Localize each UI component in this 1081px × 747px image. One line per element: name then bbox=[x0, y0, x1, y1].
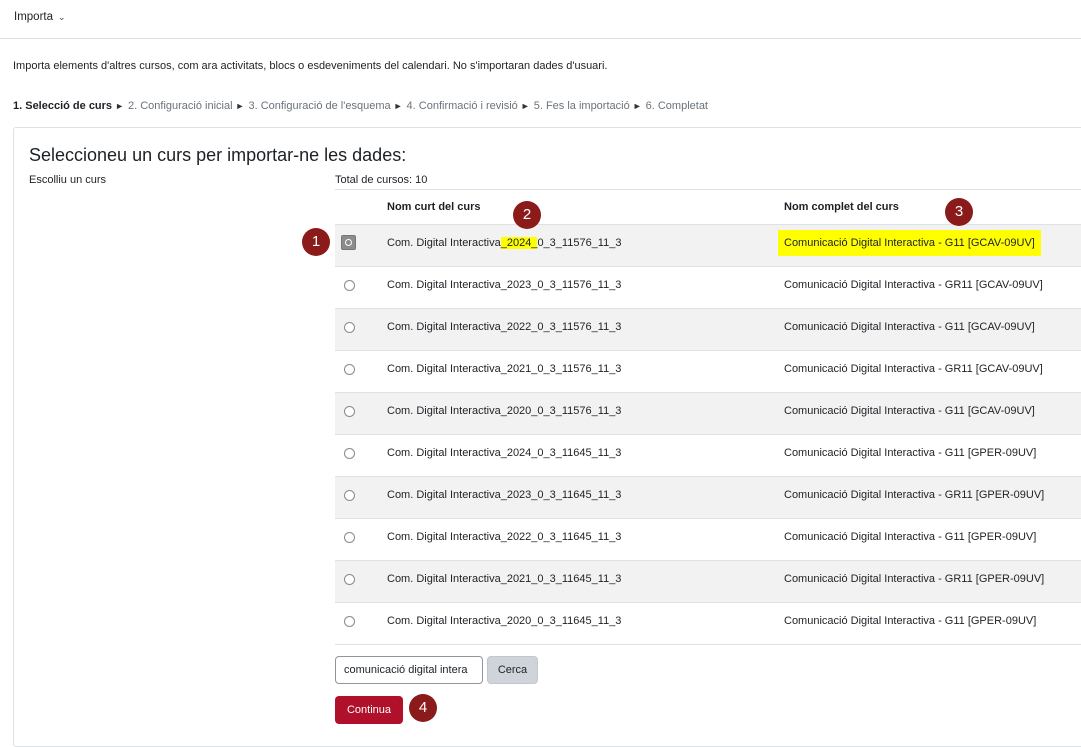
highlighted-full-name: Comunicació Digital Interactiva - G11 [G… bbox=[778, 230, 1041, 256]
short-name-cell: Com. Digital Interactiva_2024_0_3_11645_… bbox=[387, 447, 622, 459]
course-radio[interactable] bbox=[344, 280, 355, 291]
course-radio[interactable] bbox=[344, 322, 355, 333]
arrow-right-icon: ► bbox=[115, 101, 124, 111]
table-row[interactable]: Com. Digital Interactiva_2023_0_3_11576_… bbox=[335, 267, 1081, 309]
annotation-badge-1: 1 bbox=[302, 228, 330, 256]
header-full-name: Nom complet del curs bbox=[784, 201, 899, 213]
table-row[interactable]: Com. Digital Interactiva_2020_0_3_11576_… bbox=[335, 393, 1081, 435]
arrow-right-icon: ► bbox=[235, 101, 245, 111]
table-row[interactable]: Com. Digital Interactiva_2024_0_3_11576_… bbox=[335, 225, 1081, 267]
step-1: 1. Selecció de curs bbox=[13, 100, 113, 112]
short-name-cell: Com. Digital Interactiva_2023_0_3_11576_… bbox=[387, 279, 622, 291]
course-radio[interactable] bbox=[344, 364, 355, 375]
short-name-part: Com. Digital Interactiva bbox=[387, 237, 501, 249]
import-menu-button[interactable]: Importa ⌄ bbox=[14, 11, 66, 23]
table-row[interactable]: Com. Digital Interactiva_2023_0_3_11645_… bbox=[335, 477, 1081, 519]
course-radio[interactable] bbox=[344, 448, 355, 459]
course-radio[interactable] bbox=[344, 574, 355, 585]
course-search-input[interactable] bbox=[335, 656, 483, 684]
full-name-cell: Comunicació Digital Interactiva - GR11 [… bbox=[784, 489, 1045, 501]
short-name-cell: Com. Digital Interactiva_2024_0_3_11576_… bbox=[387, 237, 621, 249]
top-bar: Importa ⌄ bbox=[0, 0, 1081, 39]
full-name-cell: Comunicació Digital Interactiva - GR11 [… bbox=[784, 363, 1043, 375]
full-name-cell: Comunicació Digital Interactiva - G11 [G… bbox=[784, 321, 1035, 333]
short-name-cell: Com. Digital Interactiva_2021_0_3_11576_… bbox=[387, 363, 622, 375]
short-name-cell: Com. Digital Interactiva_2022_0_3_11576_… bbox=[387, 321, 622, 333]
arrow-right-icon: ► bbox=[520, 101, 530, 111]
intro-text: Importa elements d'altres cursos, com ar… bbox=[13, 60, 608, 72]
full-name-cell: Comunicació Digital Interactiva - G11 [G… bbox=[784, 447, 1037, 459]
step-5: 5. Fes la importació bbox=[533, 100, 630, 112]
table-row[interactable]: Com. Digital Interactiva_2024_0_3_11645_… bbox=[335, 435, 1081, 477]
header-short-name: Nom curt del curs bbox=[387, 201, 481, 213]
card-title: Seleccioneu un curs per importar-ne les … bbox=[29, 145, 407, 165]
table-row[interactable]: Com. Digital Interactiva_2022_0_3_11576_… bbox=[335, 309, 1081, 351]
total-courses: Total de cursos: 10 bbox=[335, 174, 428, 186]
arrow-right-icon: ► bbox=[393, 101, 403, 111]
course-radio[interactable] bbox=[344, 406, 355, 417]
step-breadcrumb: 1. Selecció de curs ► 2. Configuració inic… bbox=[13, 100, 708, 112]
short-name-cell: Com. Digital Interactiva_2020_0_3_11576_… bbox=[387, 405, 622, 417]
short-name-part: 0_3_11576_11_3 bbox=[537, 237, 622, 249]
continue-button[interactable]: Continua bbox=[335, 696, 403, 724]
course-table: Nom curt del curs Nom complet del curs C… bbox=[335, 189, 1081, 645]
arrow-right-icon: ► bbox=[632, 101, 642, 111]
annotation-badge-2: 2 bbox=[513, 201, 541, 229]
course-radio[interactable] bbox=[344, 532, 355, 543]
annotation-badge-3: 3 bbox=[945, 198, 973, 226]
step-4: 4. Confirmació i revisió bbox=[406, 100, 518, 112]
full-name-cell: Comunicació Digital Interactiva - G11 [G… bbox=[784, 531, 1037, 543]
full-name-cell: Comunicació Digital Interactiva - G11 [G… bbox=[784, 405, 1035, 417]
step-2: 2. Configuració inicial bbox=[127, 100, 233, 112]
full-name-cell: Comunicació Digital Interactiva - G11 [G… bbox=[784, 615, 1037, 627]
short-name-cell: Com. Digital Interactiva_2021_0_3_11645_… bbox=[387, 573, 622, 585]
table-row[interactable]: Com. Digital Interactiva_2022_0_3_11645_… bbox=[335, 519, 1081, 561]
search-button[interactable]: Cerca bbox=[487, 656, 538, 684]
full-name-cell: Comunicació Digital Interactiva - GR11 [… bbox=[784, 573, 1045, 585]
highlighted-year: _2024_ bbox=[500, 237, 538, 249]
full-name-cell: Comunicació Digital Interactiva - GR11 [… bbox=[784, 279, 1043, 291]
step-6: 6. Completat bbox=[645, 100, 708, 112]
course-radio[interactable] bbox=[344, 490, 355, 501]
short-name-cell: Com. Digital Interactiva_2023_0_3_11645_… bbox=[387, 489, 622, 501]
table-row[interactable]: Com. Digital Interactiva_2020_0_3_11645_… bbox=[335, 603, 1081, 645]
import-menu-label: Importa bbox=[14, 11, 53, 23]
course-radio-selected[interactable] bbox=[341, 235, 356, 250]
table-row[interactable]: Com. Digital Interactiva_2021_0_3_11645_… bbox=[335, 561, 1081, 603]
table-row[interactable]: Com. Digital Interactiva_2021_0_3_11576_… bbox=[335, 351, 1081, 393]
full-name-cell: Comunicació Digital Interactiva - G11 [G… bbox=[778, 230, 1041, 256]
choose-course-label: Escolliu un curs bbox=[29, 174, 107, 186]
step-3: 3. Configuració de l'esquema bbox=[248, 100, 391, 112]
chevron-down-icon: ⌄ bbox=[58, 12, 66, 22]
annotation-badge-4: 4 bbox=[409, 694, 437, 722]
course-radio[interactable] bbox=[344, 616, 355, 627]
short-name-cell: Com. Digital Interactiva_2020_0_3_11645_… bbox=[387, 615, 622, 627]
short-name-cell: Com. Digital Interactiva_2022_0_3_11645_… bbox=[387, 531, 622, 543]
